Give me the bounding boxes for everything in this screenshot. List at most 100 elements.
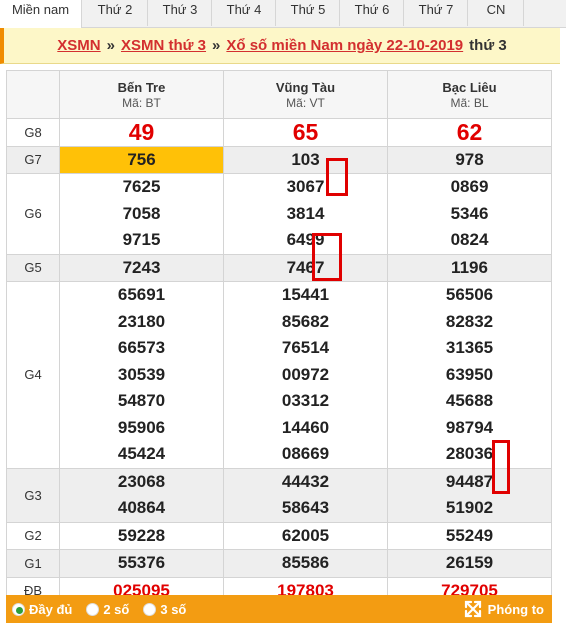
prize-cell: 65691 23180 66573 30539 54870 95906 4542… <box>59 281 224 469</box>
prize-number: 7625 <box>122 177 161 196</box>
zoom-label: Phóng to <box>487 601 544 617</box>
tab-thu-4[interactable]: Thứ 4 <box>212 0 276 28</box>
results-table: Bến Tre Mã: BT Vũng Tàu Mã: VT Bạc Liêu … <box>6 70 552 605</box>
prize-number: 62 <box>456 119 483 145</box>
province-header: Bạc Liêu Mã: BL <box>387 70 552 119</box>
prize-label: G8 <box>6 118 60 147</box>
prize-number: 49 <box>128 119 155 145</box>
tab-thu-3[interactable]: Thứ 3 <box>148 0 212 28</box>
prize-number: 56506 <box>445 285 494 304</box>
prize-cell: 3067 3814 6499 <box>223 173 388 255</box>
prize-number: 65691 <box>117 285 166 304</box>
breadcrumb-separator: » <box>212 37 221 54</box>
province-header: Vũng Tàu Mã: VT <box>223 70 388 119</box>
option-label: 2 số <box>103 601 130 617</box>
prize-number: 7243 <box>122 257 161 277</box>
prize-number: 40864 <box>117 498 166 517</box>
breadcrumb-link-date[interactable]: Xổ số miền Nam ngày 22-10-2019 <box>226 37 463 54</box>
prize-cell: 7467 <box>223 253 388 282</box>
prize-cell: 7243 <box>59 253 224 282</box>
breadcrumb-separator: » <box>106 37 115 54</box>
province-name: Vũng Tàu <box>275 79 336 95</box>
prize-label: G7 <box>6 145 60 174</box>
prize-cell: 94487 51902 <box>387 467 552 523</box>
prize-number: 3067 <box>286 177 325 196</box>
province-header: Bến Tre Mã: BT <box>59 70 224 119</box>
prize-number: 15441 <box>281 285 330 304</box>
prize-number: 51902 <box>445 498 494 517</box>
header-row: Bến Tre Mã: BT Vũng Tàu Mã: VT Bạc Liêu … <box>6 70 552 119</box>
breadcrumb-link-xsmn-thu-3[interactable]: XSMN thứ 3 <box>121 37 206 54</box>
prize-number: 9715 <box>122 230 161 249</box>
prize-number: 82832 <box>445 311 494 331</box>
tab-mien-nam[interactable]: Miền nam <box>0 0 82 28</box>
province-name: Bạc Liêu <box>442 79 497 95</box>
prize-number: 54870 <box>117 391 166 410</box>
prize-label: G4 <box>6 281 60 469</box>
prize-cell: 978 <box>387 145 552 174</box>
prize-number: 7467 <box>286 257 325 277</box>
radio-icon[interactable] <box>143 602 157 616</box>
prize-number: 55376 <box>117 553 166 572</box>
tab-cn[interactable]: CN <box>468 0 524 28</box>
prize-cell: 44432 58643 <box>223 467 388 523</box>
prize-number: 08669 <box>281 444 330 463</box>
zoom-button[interactable]: Phóng to <box>464 600 544 618</box>
province-name: Bến Tre <box>117 79 166 95</box>
breadcrumb-suffix: thứ 3 <box>469 37 507 54</box>
prize-row-g6: G6 7625 7058 9715 3067 3814 6499 0869 53… <box>6 173 552 255</box>
prize-label: G1 <box>6 549 60 578</box>
prize-number: 76514 <box>281 338 330 357</box>
prize-number: 14460 <box>281 417 330 437</box>
prize-number: 1196 <box>451 257 488 277</box>
prize-cell: 62005 <box>223 521 388 550</box>
prize-number: 58643 <box>281 498 330 517</box>
prize-number: 98794 <box>445 417 494 437</box>
prize-row-g1: G1 55376 85586 26159 <box>6 549 552 578</box>
prize-number: 26159 <box>445 553 494 572</box>
prize-number: 66573 <box>117 338 166 357</box>
province-code: Mã: BT <box>122 95 161 110</box>
day-tabs: Miền nam Thứ 2 Thứ 3 Thứ 4 Thứ 5 Thứ 6 T… <box>0 0 566 28</box>
province-code: Mã: VT <box>286 95 325 110</box>
radio-selected-icon[interactable] <box>12 602 25 616</box>
option-3-digits[interactable]: 3 số <box>143 602 186 617</box>
option-2-digits[interactable]: 2 số <box>86 602 129 617</box>
radio-icon[interactable] <box>86 602 100 616</box>
prize-number: 30539 <box>117 364 166 384</box>
prize-cell-highlighted: 756 <box>59 145 224 174</box>
prize-row-g8: G8 49 65 62 <box>6 118 552 147</box>
prize-number: 62005 <box>281 525 330 545</box>
prize-number: 5346 <box>450 203 489 223</box>
prize-number: 59228 <box>117 525 166 545</box>
prize-label: G5 <box>6 253 60 282</box>
prize-number: 0824 <box>450 230 489 249</box>
province-code: Mã: BL <box>450 95 489 110</box>
prize-cell: 0869 5346 0824 <box>387 173 552 255</box>
prize-row-g2: G2 59228 62005 55249 <box>6 521 552 550</box>
prize-number: 23180 <box>117 311 166 331</box>
option-full[interactable]: Đầy đủ <box>12 602 72 617</box>
prize-cell: 59228 <box>59 521 224 550</box>
prize-cell: 103 <box>223 145 388 174</box>
prize-number: 7058 <box>122 203 161 223</box>
tab-thu-7[interactable]: Thứ 7 <box>404 0 468 28</box>
prize-number: 31365 <box>445 338 494 357</box>
breadcrumb-link-xsmn[interactable]: XSMN <box>57 37 100 54</box>
prize-cell: 1196 <box>387 253 552 282</box>
prize-number: 103 <box>291 149 320 169</box>
prize-cell: 55249 <box>387 521 552 550</box>
prize-cell: 62 <box>387 118 552 147</box>
breadcrumb: XSMN » XSMN thứ 3 » Xổ số miền Nam ngày … <box>0 28 560 64</box>
prize-row-g5: G5 7243 7467 1196 <box>6 253 552 282</box>
option-label: Đầy đủ <box>29 601 73 617</box>
prize-row-g3: G3 23068 40864 44432 58643 94487 51902 <box>6 467 552 523</box>
display-options-bar: Đầy đủ 2 số 3 số Phóng to <box>6 595 552 623</box>
prize-number: 63950 <box>445 364 494 384</box>
prize-number: 55249 <box>445 525 494 545</box>
prize-number: 756 <box>127 149 156 169</box>
tab-thu-2[interactable]: Thứ 2 <box>82 0 148 28</box>
tab-thu-5[interactable]: Thứ 5 <box>276 0 340 28</box>
tab-thu-6[interactable]: Thứ 6 <box>340 0 404 28</box>
header-corner <box>6 70 60 119</box>
